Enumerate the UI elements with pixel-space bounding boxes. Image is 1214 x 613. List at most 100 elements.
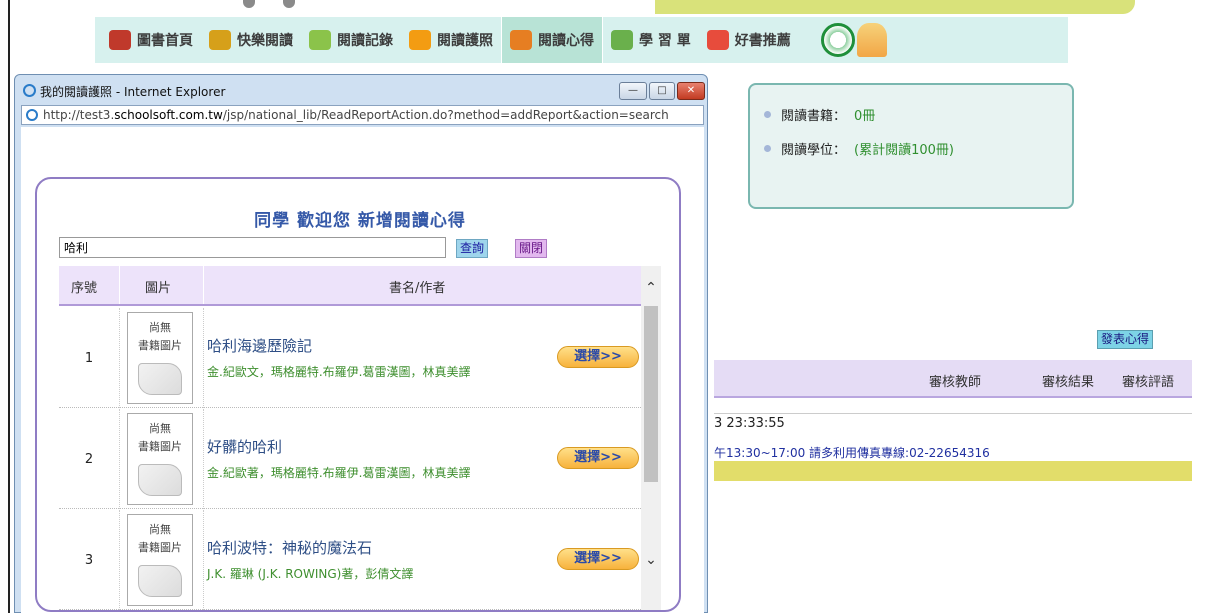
url-prefix: http://test3. — [43, 108, 115, 122]
reading-stats-panel: 閱讀書籍： 0冊 閱讀學位： (累計閱讀100冊) — [748, 83, 1074, 209]
stat-degree-value: (累計閱讀100冊) — [854, 142, 954, 158]
close-window-button[interactable]: ✕ — [677, 82, 705, 100]
col-book-author: 書名/作者 — [389, 281, 446, 296]
no-cover-image: 尚無 書籍圖片 — [127, 413, 193, 505]
book-search-input[interactable] — [59, 237, 446, 258]
nav-item-worksheet[interactable]: 學 習 單 — [603, 17, 699, 63]
stat-books-value: 0冊 — [854, 108, 876, 124]
reader-icon — [209, 30, 231, 50]
dialog-title: 同學 歡迎您 新增閱讀心得 — [254, 211, 466, 231]
stat-degree-label: 閱讀學位： — [781, 142, 847, 158]
beach-decoration-icon — [856, 23, 887, 57]
col-result: 審核結果 — [1042, 375, 1095, 390]
add-report-dialog: 同學 歡迎您 新增閱讀心得 查詢 關閉 序號 圖片 書名/作者 1 — [35, 177, 681, 612]
results-list: 1 尚無 書籍圖片 哈利海邊歷險記 金.紀歐文，瑪格麗特.布羅伊.葛雷漢圖，林真… — [59, 308, 641, 610]
col-comment: 審核評語 — [1122, 375, 1175, 390]
url-text: http://test3.schoolsoft.com.tw/jsp/natio… — [43, 108, 669, 122]
review-table-header: 審核教師 審核結果 審核評語 — [714, 360, 1192, 398]
ie-popup-window: 我的閱讀護照 - Internet Explorer — □ ✕ http://… — [14, 74, 708, 613]
scrollbar-thumb[interactable] — [644, 306, 658, 482]
select-book-button[interactable]: 選擇>> — [557, 346, 639, 368]
passport-icon — [409, 30, 431, 50]
url-path: /jsp/national_lib/ReadReportAction.do?me… — [222, 108, 669, 122]
no-image-text: 書籍圖片 — [138, 541, 182, 554]
chevron-up-icon[interactable]: ⌃ — [641, 280, 661, 296]
nav-item-recommend[interactable]: 好書推薦 — [699, 17, 799, 63]
table-row: 2 尚無 書籍圖片 好髒的哈利 金.紀歐著，瑪格麗特.布羅伊.葛雷漢圖，林真美譯… — [59, 409, 641, 509]
col-image: 圖片 — [145, 281, 172, 296]
no-cover-image: 尚無 書籍圖片 — [127, 312, 193, 404]
books-icon — [109, 30, 131, 50]
book-author: 金.紀歐文，瑪格麗特.布羅伊.葛雷漢圖，林真美譯 — [207, 365, 471, 379]
decor-dot-icon — [243, 0, 255, 8]
stat-degree-row: 閱讀學位： (累計閱讀100冊) — [764, 137, 1072, 159]
recommend-icon — [706, 30, 729, 50]
minimize-button[interactable]: — — [619, 82, 647, 100]
bullet-icon — [764, 110, 771, 118]
table-row: 1 尚無 書籍圖片 哈利海邊歷險記 金.紀歐文，瑪格麗特.布羅伊.葛雷漢圖，林真… — [59, 308, 641, 408]
maximize-button[interactable]: □ — [649, 82, 675, 100]
table-row: 3 尚無 書籍圖片 哈利波特：神秘的魔法石 J.K. 羅琳 (J.K. ROWI… — [59, 510, 641, 610]
close-dialog-button[interactable]: 關閉 — [515, 239, 548, 258]
window-title: 我的閱讀護照 - Internet Explorer — [40, 85, 226, 99]
no-image-text: 尚無 — [149, 523, 171, 536]
stat-books-label: 閱讀書籍： — [781, 108, 847, 124]
address-bar[interactable]: http://test3.schoolsoft.com.tw/jsp/natio… — [21, 105, 704, 125]
results-scrollbar[interactable]: ⌃ ⌄ — [641, 266, 661, 610]
page-left-border — [8, 0, 10, 613]
no-image-text: 尚無 — [149, 422, 171, 435]
service-notice-text: 午13:30~17:00 請多利用傳真專線:02-22654316 — [714, 446, 990, 460]
no-image-text: 尚無 — [149, 321, 171, 334]
divider — [203, 266, 204, 304]
select-book-button[interactable]: 選擇>> — [557, 447, 639, 469]
nav-label: 閱讀護照 — [437, 33, 493, 49]
book-title: 好髒的哈利 — [207, 438, 283, 456]
divider — [119, 409, 120, 509]
window-titlebar[interactable]: 我的閱讀護照 - Internet Explorer — □ ✕ — [15, 75, 707, 103]
book-author: 金.紀歐著，瑪格麗特.布羅伊.葛雷漢圖，林真美譯 — [207, 466, 471, 480]
page-ie-icon — [26, 109, 38, 121]
row-seq: 1 — [84, 351, 94, 366]
nav-label: 閱讀心得 — [538, 33, 594, 49]
book-author: J.K. 羅琳 (J.K. ROWING)著，彭倩文譯 — [207, 567, 414, 581]
divider — [119, 266, 120, 304]
query-button[interactable]: 查詢 — [456, 239, 489, 258]
select-book-button[interactable]: 選擇>> — [557, 548, 639, 570]
chevron-down-icon[interactable]: ⌄ — [641, 552, 661, 568]
divider — [714, 413, 1192, 414]
top-decoration — [95, 0, 1135, 16]
screen: 圖書首頁 快樂閱讀 閱讀記錄 閱讀護照 閱讀心得 學 習 單 好書推薦 閱讀書籍… — [0, 0, 1214, 613]
divider — [119, 510, 120, 610]
nav-item-reading-record[interactable]: 閱讀記錄 — [301, 17, 401, 63]
pencil-icon — [309, 30, 331, 50]
col-teacher: 審核教師 — [929, 375, 982, 390]
book-title: 哈利波特：神秘的魔法石 — [207, 539, 373, 557]
book-placeholder-icon — [138, 464, 182, 496]
window-content: 同學 歡迎您 新增閱讀心得 查詢 關閉 序號 圖片 書名/作者 1 — [21, 127, 704, 613]
publish-report-button[interactable]: 發表心得 — [1097, 330, 1154, 349]
book-placeholder-icon — [138, 565, 182, 597]
results-table-header: 序號 圖片 書名/作者 — [59, 266, 641, 306]
no-cover-image: 尚無 書籍圖片 — [127, 514, 193, 606]
main-nav: 圖書首頁 快樂閱讀 閱讀記錄 閱讀護照 閱讀心得 學 習 單 好書推薦 — [95, 17, 1068, 63]
top-yellow-band — [655, 0, 1135, 14]
col-seq: 序號 — [71, 281, 98, 296]
url-domain: schoolsoft.com.tw — [114, 108, 223, 122]
divider — [203, 510, 204, 610]
book-placeholder-icon — [138, 363, 182, 395]
internet-explorer-icon — [23, 84, 36, 97]
bullet-icon — [764, 144, 771, 152]
nav-item-library-home[interactable]: 圖書首頁 — [101, 17, 201, 63]
nav-label: 快樂閱讀 — [237, 33, 293, 49]
divider — [203, 409, 204, 509]
emblem-seal-icon — [820, 23, 855, 57]
divider — [119, 308, 120, 408]
nav-item-reading-report[interactable]: 閱讀心得 — [501, 17, 603, 63]
timestamp-text: 3 23:33:55 — [714, 416, 785, 431]
row-seq: 3 — [84, 553, 94, 568]
nav-item-reading-passport[interactable]: 閱讀護照 — [401, 17, 501, 63]
nav-item-happy-reading[interactable]: 快樂閱讀 — [201, 17, 301, 63]
decor-dot-icon — [283, 0, 295, 8]
no-image-text: 書籍圖片 — [138, 339, 182, 352]
book-title: 哈利海邊歷險記 — [207, 337, 313, 355]
